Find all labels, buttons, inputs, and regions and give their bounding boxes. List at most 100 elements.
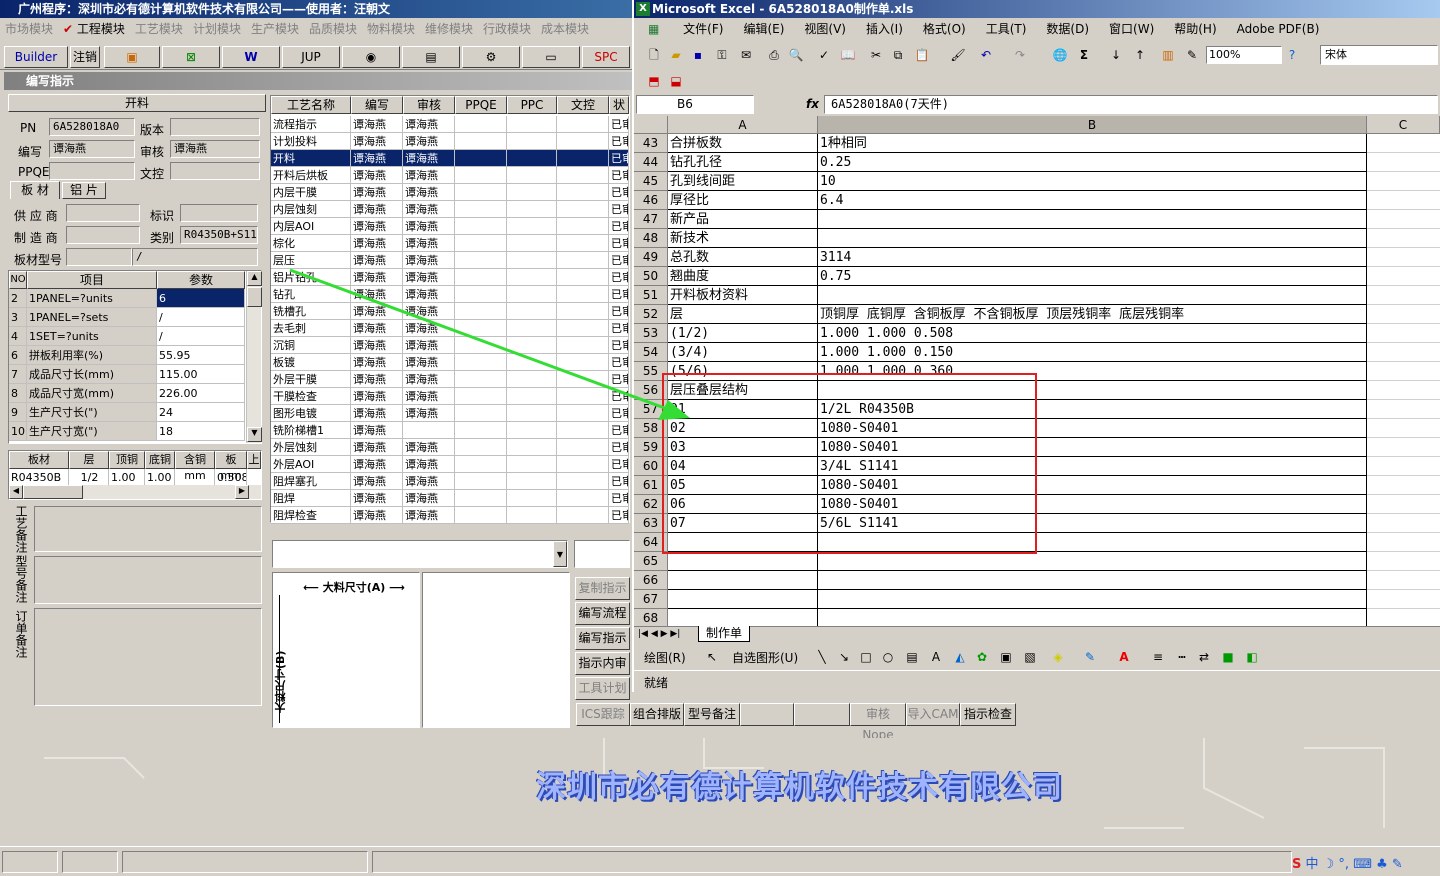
zoom-select[interactable]: 100% xyxy=(1206,46,1282,64)
process-row[interactable]: 干膜检查谭海燕谭海燕已审 xyxy=(271,388,629,405)
process-row[interactable]: 层压谭海燕谭海燕已审 xyxy=(271,252,629,269)
excel-menu-item[interactable]: 帮助(H) xyxy=(1164,18,1226,40)
row-header[interactable]: 44 xyxy=(634,153,668,172)
builder-button[interactable]: Builder xyxy=(4,46,68,68)
cell-c[interactable] xyxy=(1367,172,1440,191)
excel-menu-item[interactable]: 数据(D) xyxy=(1036,18,1099,40)
cell-b[interactable]: 1种相同 xyxy=(818,134,1367,153)
bottom-button[interactable]: 导入CAM xyxy=(906,703,960,726)
cell-c[interactable] xyxy=(1367,134,1440,153)
excel-menu-item[interactable]: 视图(V) xyxy=(794,18,856,40)
bottom-button[interactable]: 指示检查 xyxy=(960,703,1016,726)
process-select[interactable]: ▼ xyxy=(272,540,568,568)
mat-hscrollbar[interactable]: ◀ ▶ xyxy=(9,485,261,499)
row-header[interactable]: 52 xyxy=(634,305,668,324)
formula-input[interactable]: 6A528018A0(7天件) xyxy=(824,95,1438,114)
material-row[interactable]: R04350B 1/2 1.00 1.00 0.508 xyxy=(9,469,247,486)
cell-a[interactable]: 合拼板数 xyxy=(668,134,818,153)
chart-wizard-icon[interactable]: ▥ xyxy=(1160,47,1176,63)
ppqe-field[interactable] xyxy=(49,162,135,180)
row-header[interactable]: 51 xyxy=(634,286,668,305)
excel-menu-item[interactable]: 工具(T) xyxy=(976,18,1037,40)
cell-b[interactable]: 顶铜厚 底铜厚 含铜板厚 不含铜板厚 顶层残铜率 底层残铜率 xyxy=(818,305,1367,324)
name-box[interactable]: B6 xyxy=(636,95,754,114)
cell-c[interactable] xyxy=(1367,457,1440,476)
picture-icon[interactable]: ▣ xyxy=(998,649,1014,665)
process-row[interactable]: 外层蚀刻谭海燕谭海燕已审 xyxy=(271,439,629,456)
scroll-thumb[interactable] xyxy=(247,287,262,307)
menu-admin[interactable]: 行政模块 xyxy=(478,18,536,40)
line-color-icon[interactable]: ✎ xyxy=(1082,649,1098,665)
redo-icon[interactable]: ↷ xyxy=(1012,47,1028,63)
scroll-down-icon[interactable]: ▼ xyxy=(247,427,262,442)
row-header[interactable]: 50 xyxy=(634,267,668,286)
autosum-icon[interactable]: Σ xyxy=(1076,47,1092,63)
menu-engineering[interactable]: ✔ 工程模块 xyxy=(58,18,130,40)
bottom-button[interactable] xyxy=(794,703,850,726)
param-row[interactable]: 7 成品尺寸长(mm) 115.00 xyxy=(9,365,246,384)
excel-menu-item[interactable]: Adobe PDF(B) xyxy=(1227,18,1330,40)
print-preview-icon[interactable]: 🔍 xyxy=(788,47,804,63)
pdf-convert-icon[interactable]: ⬒ xyxy=(646,73,662,89)
sheet-nav-icons[interactable]: |◀ ◀ ▶ ▶| xyxy=(638,627,698,641)
cut-icon[interactable]: ✂ xyxy=(868,47,884,63)
process-row[interactable]: 内层蚀刻谭海燕谭海燕已审 xyxy=(271,201,629,218)
bottom-button[interactable]: 型号备注 xyxy=(684,703,740,726)
line-style-icon[interactable]: ≡ xyxy=(1150,649,1166,665)
process-row[interactable]: 棕化谭海燕谭海燕已审 xyxy=(271,235,629,252)
spelling-icon[interactable]: ✓ xyxy=(816,47,832,63)
pn-field[interactable]: 6A528018A0 xyxy=(49,118,135,136)
version-field[interactable] xyxy=(170,118,260,136)
param-row[interactable]: 8 成品尺寸宽(mm) 226.00 xyxy=(9,384,246,403)
jup-button[interactable]: JUP xyxy=(282,46,340,68)
cell-b[interactable]: 1.000 1.000 0.150 xyxy=(818,343,1367,362)
research-icon[interactable]: 📖 xyxy=(840,47,856,63)
clipart-icon[interactable]: ✿ xyxy=(974,649,990,665)
process-row[interactable]: 开料后烘板谭海燕谭海燕已审 xyxy=(271,167,629,184)
param-row[interactable]: 2 1PANEL=?units 6 xyxy=(9,289,246,308)
cell-b[interactable]: 0.75 xyxy=(818,267,1367,286)
process-row[interactable]: 内层干膜谭海燕谭海燕已审 xyxy=(271,184,629,201)
cell-c[interactable] xyxy=(1367,381,1440,400)
wordart-icon[interactable]: A xyxy=(928,649,944,665)
cell-c[interactable] xyxy=(1367,514,1440,533)
cell-c[interactable] xyxy=(1367,495,1440,514)
process-note-box[interactable] xyxy=(34,506,262,552)
cell-c[interactable] xyxy=(1367,191,1440,210)
param-row[interactable]: 9 生产尺寸长(") 24 xyxy=(9,403,246,422)
cell-a[interactable] xyxy=(668,571,818,590)
model-field[interactable]: / xyxy=(132,248,258,266)
cell-c[interactable] xyxy=(1367,267,1440,286)
bottom-button[interactable]: 审核Nope xyxy=(850,703,906,742)
row-header[interactable]: 65 xyxy=(634,552,668,571)
tools-icon[interactable]: ⚙ xyxy=(462,46,520,68)
cell-b[interactable] xyxy=(818,552,1367,571)
shadow-icon[interactable]: ■ xyxy=(1220,649,1236,665)
cell-b[interactable] xyxy=(818,571,1367,590)
paste-icon[interactable]: 📋 xyxy=(914,47,930,63)
corner-cell[interactable] xyxy=(634,116,668,134)
process-row[interactable]: 去毛刺谭海燕谭海燕已审 xyxy=(271,320,629,337)
process-row[interactable]: 铝片钻孔谭海燕谭海燕已审 xyxy=(271,269,629,286)
side-button[interactable]: 指示内审 xyxy=(575,652,630,675)
menu-market[interactable]: 市场模块 xyxy=(0,18,58,40)
arrow-icon[interactable]: ↘ xyxy=(836,649,852,665)
reviewer-field[interactable]: 谭海燕 xyxy=(170,140,260,158)
process-row[interactable]: 钻孔谭海燕谭海燕已审 xyxy=(271,286,629,303)
process-row[interactable]: 阻焊塞孔谭海燕谭海燕已审 xyxy=(271,473,629,490)
column-header[interactable]: C xyxy=(1367,116,1440,134)
bottom-button[interactable]: 组合排版 xyxy=(630,703,684,726)
scroll-right-icon[interactable]: ▶ xyxy=(235,485,249,499)
eye-icon[interactable]: ◉ xyxy=(342,46,400,68)
process-row[interactable]: 阻焊谭海燕谭海燕已审 xyxy=(271,490,629,507)
cell-a[interactable]: 层 xyxy=(668,305,818,324)
cell-c[interactable] xyxy=(1367,153,1440,172)
format-painter-icon[interactable]: 🖌 xyxy=(950,47,966,63)
scroll-up-icon[interactable]: ▲ xyxy=(247,271,262,286)
diagram-icon[interactable]: ◭ xyxy=(952,649,968,665)
row-header[interactable]: 46 xyxy=(634,191,668,210)
cell-c[interactable] xyxy=(1367,324,1440,343)
row-header[interactable]: 45 xyxy=(634,172,668,191)
cell-b[interactable]: 1.000 1.000 0.508 xyxy=(818,324,1367,343)
open-icon[interactable]: ▰ xyxy=(668,47,684,63)
